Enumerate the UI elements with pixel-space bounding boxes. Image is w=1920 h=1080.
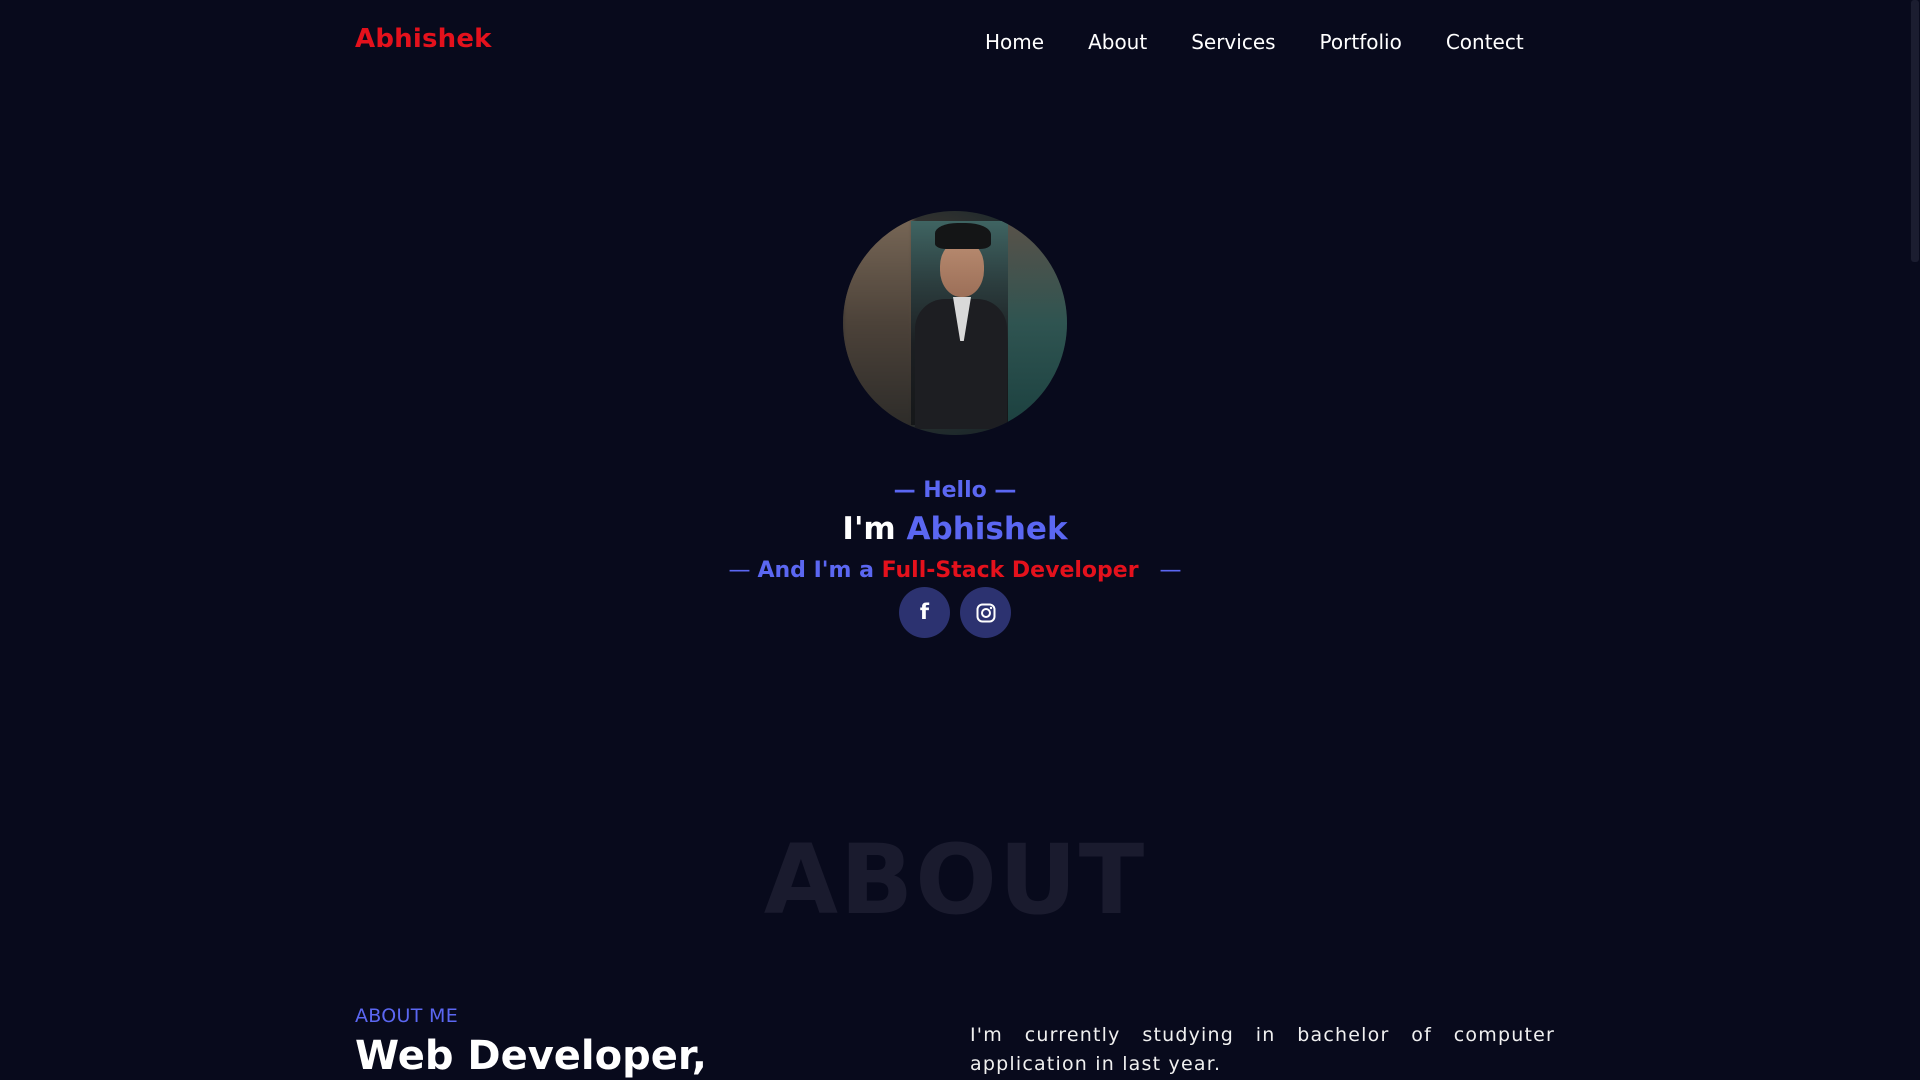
facebook-button[interactable]: f xyxy=(899,587,950,638)
scrollbar-thumb[interactable] xyxy=(1911,0,1919,262)
role-prefix: And I'm a xyxy=(757,558,882,583)
facebook-icon: f xyxy=(919,600,930,624)
about-heading: Web Developer, xyxy=(355,1033,707,1079)
hero-section: — Hello — I'm Abhishek — And I'm a Full-… xyxy=(0,0,1910,700)
about-me-label: ABOUT ME xyxy=(355,1005,459,1027)
scrollbar-track[interactable] xyxy=(1910,0,1920,1080)
social-links: f xyxy=(899,587,1011,638)
intro-name: Abhishek xyxy=(906,511,1068,547)
about-watermark: ABOUT xyxy=(763,824,1147,936)
profile-photo xyxy=(843,211,1067,435)
role-dash-left: — xyxy=(728,558,758,583)
intro-prefix: I'm xyxy=(842,511,907,547)
hello-text: — Hello — xyxy=(893,478,1017,503)
intro-heading: I'm Abhishek xyxy=(0,511,1910,547)
role-title: Full-Stack Developer xyxy=(881,558,1139,583)
about-description: I'm currently studying in bachelor of co… xyxy=(970,1024,1555,1075)
instagram-button[interactable] xyxy=(960,587,1011,638)
instagram-icon xyxy=(976,603,995,622)
role-dash-right: — xyxy=(1138,558,1182,583)
role-line: — And I'm a Full-Stack Developer — xyxy=(0,558,1910,583)
